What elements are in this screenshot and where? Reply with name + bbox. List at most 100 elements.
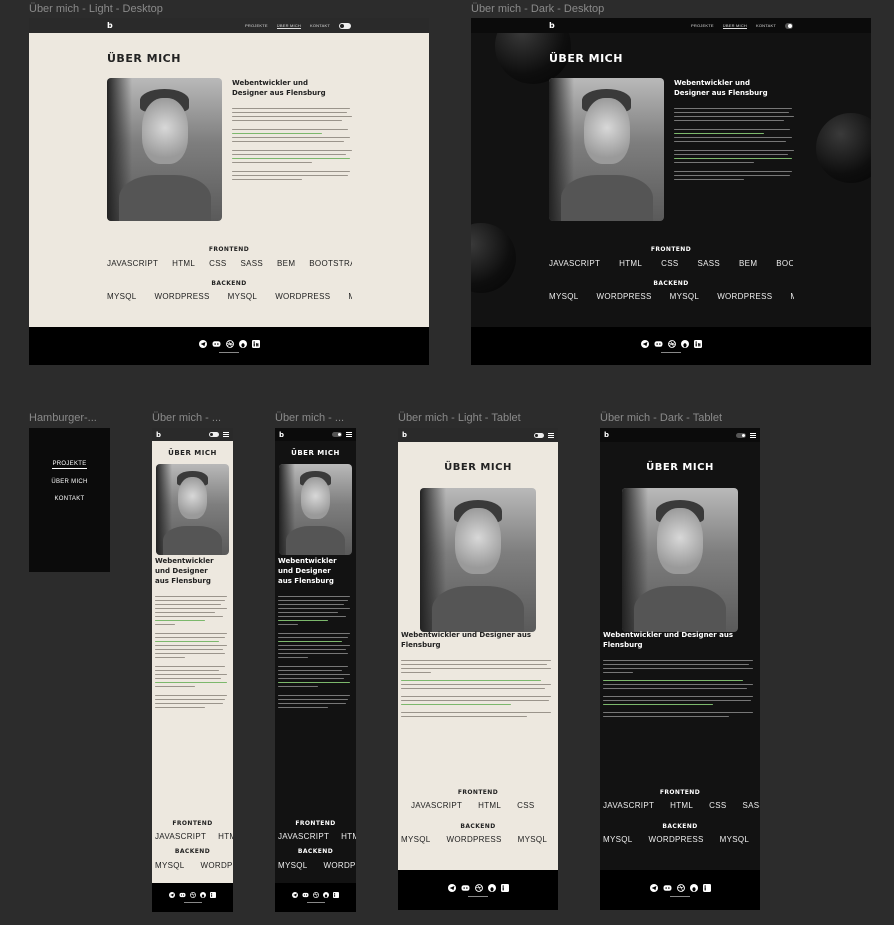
nav-contact[interactable]: KONTAKT: [756, 23, 776, 28]
discord-icon[interactable]: [212, 340, 221, 348]
theme-toggle[interactable]: [736, 432, 746, 438]
nav-about[interactable]: ÜBER MICH: [722, 23, 747, 29]
telegram-icon[interactable]: [447, 883, 456, 892]
profile-photo: [549, 78, 664, 221]
nav-projects[interactable]: PROJEKTE: [245, 23, 268, 28]
github-icon[interactable]: [323, 892, 329, 898]
backend-label: BACKEND: [662, 823, 698, 830]
tag: CSS: [209, 259, 227, 268]
about-text: [603, 660, 757, 717]
telegram-icon[interactable]: [169, 892, 175, 898]
linkedin-icon[interactable]: [251, 339, 260, 348]
nav-projects[interactable]: PROJEKTE: [691, 23, 714, 28]
discord-icon[interactable]: [654, 340, 663, 348]
tag: HTML: [670, 801, 694, 810]
dribbble-icon[interactable]: [667, 339, 676, 348]
logo[interactable]: b: [549, 21, 555, 30]
telegram-icon[interactable]: [292, 892, 298, 898]
desktop-dark-frame: b PROJEKTE ÜBER MICH KONTAKT ÜBER MICH W…: [471, 18, 871, 365]
frontend-label: FRONTEND: [650, 246, 692, 253]
discord-icon[interactable]: [663, 884, 672, 892]
tag: MYSQL: [549, 292, 579, 301]
tag: SASS: [742, 801, 761, 810]
linkedin-icon[interactable]: [693, 339, 702, 348]
navbar: b: [398, 428, 558, 442]
linkedin-icon[interactable]: [500, 883, 509, 892]
frontend-label: FRONTEND: [208, 246, 250, 253]
logo[interactable]: b: [156, 431, 161, 439]
navbar: b: [275, 428, 356, 441]
dribbble-icon[interactable]: [313, 892, 319, 898]
linkedin-icon[interactable]: [702, 883, 711, 892]
discord-icon[interactable]: [461, 884, 470, 892]
dribbble-icon[interactable]: [474, 883, 483, 892]
about-text: [674, 108, 794, 180]
logo[interactable]: b: [279, 431, 284, 439]
dribbble-icon[interactable]: [225, 339, 234, 348]
navbar: b: [152, 428, 233, 441]
telegram-icon[interactable]: [198, 339, 207, 348]
frame-label-desktop-light: Über mich - Light - Desktop: [29, 3, 163, 15]
discord-icon[interactable]: [179, 892, 186, 898]
telegram-icon[interactable]: [649, 883, 658, 892]
tag: WORDPRESS: [275, 292, 331, 301]
telegram-icon[interactable]: [640, 339, 649, 348]
decor-sphere: [816, 113, 871, 183]
tag: JAVASCRIPT: [278, 832, 330, 841]
footer: [152, 883, 233, 912]
dribbble-icon[interactable]: [676, 883, 685, 892]
about-heading: Webentwickler und Designer aus Flensburg: [401, 631, 532, 650]
footer: [600, 870, 760, 910]
hamburger-icon[interactable]: [548, 432, 554, 438]
nav-contact[interactable]: KONTAKT: [310, 23, 330, 28]
discord-icon[interactable]: [302, 892, 309, 898]
dribbble-icon[interactable]: [190, 892, 196, 898]
tag: JAVASCRIPT: [155, 832, 207, 841]
logo[interactable]: b: [402, 431, 407, 439]
tag: M: [790, 292, 794, 301]
frame-label-tablet-dark: Über mich - Dark - Tablet: [600, 412, 723, 424]
github-icon[interactable]: [238, 339, 247, 348]
theme-toggle[interactable]: [332, 432, 342, 437]
profile-photo: [279, 464, 352, 555]
menu-item-contact[interactable]: KONTAKT: [29, 496, 110, 502]
github-icon[interactable]: [680, 339, 689, 348]
theme-toggle[interactable]: [534, 432, 544, 438]
nav-about[interactable]: ÜBER MICH: [276, 23, 301, 29]
tag: MYSQL: [227, 292, 258, 301]
tag: WORDPRESS: [323, 861, 356, 870]
tag: HTML: [341, 832, 356, 841]
hamburger-icon[interactable]: [346, 432, 352, 437]
linkedin-icon[interactable]: [333, 892, 339, 898]
github-icon[interactable]: [689, 883, 698, 892]
frontend-tags: JAVASCRIPT HTML CSS: [411, 801, 556, 810]
profile-photo: [107, 78, 222, 221]
frontend-tags: JAVASCRIPT HTML CSS SASS: [603, 801, 760, 810]
github-icon[interactable]: [487, 883, 496, 892]
tag: HTML: [172, 259, 196, 268]
theme-toggle[interactable]: [785, 22, 793, 29]
tag: MYSQL: [401, 835, 431, 844]
footer: [29, 327, 429, 365]
tag: BOOTSTRAP: [309, 259, 352, 268]
profile-photo: [420, 488, 536, 632]
tag: BOOTSTRAP: [776, 259, 793, 268]
hamburger-icon[interactable]: [223, 432, 229, 437]
menu-item-projects[interactable]: PROJEKTE: [29, 461, 110, 469]
theme-toggle[interactable]: [339, 22, 351, 29]
github-icon[interactable]: [200, 892, 206, 898]
tag: JAVASCRIPT: [603, 801, 655, 810]
backend-tags: MYSQL WORDPRESS MYSQL: [401, 835, 556, 844]
linkedin-icon[interactable]: [210, 892, 216, 898]
logo[interactable]: b: [604, 431, 609, 439]
logo[interactable]: b: [107, 21, 113, 30]
tag: WORDPRESS: [200, 861, 233, 870]
desktop-light-frame: b PROJEKTE ÜBER MICH KONTAKT ÜBER MICH W…: [29, 18, 429, 365]
copyright: [183, 902, 202, 903]
nav-links: PROJEKTE ÜBER MICH KONTAKT: [245, 22, 351, 29]
mobile-light-frame: b ÜBER MICH Webentwickler und Designer aus…: [152, 428, 233, 912]
tag: HTML: [218, 832, 233, 841]
menu-item-about[interactable]: ÜBER MICH: [29, 479, 110, 485]
theme-toggle[interactable]: [209, 432, 219, 437]
hamburger-icon[interactable]: [750, 432, 756, 438]
